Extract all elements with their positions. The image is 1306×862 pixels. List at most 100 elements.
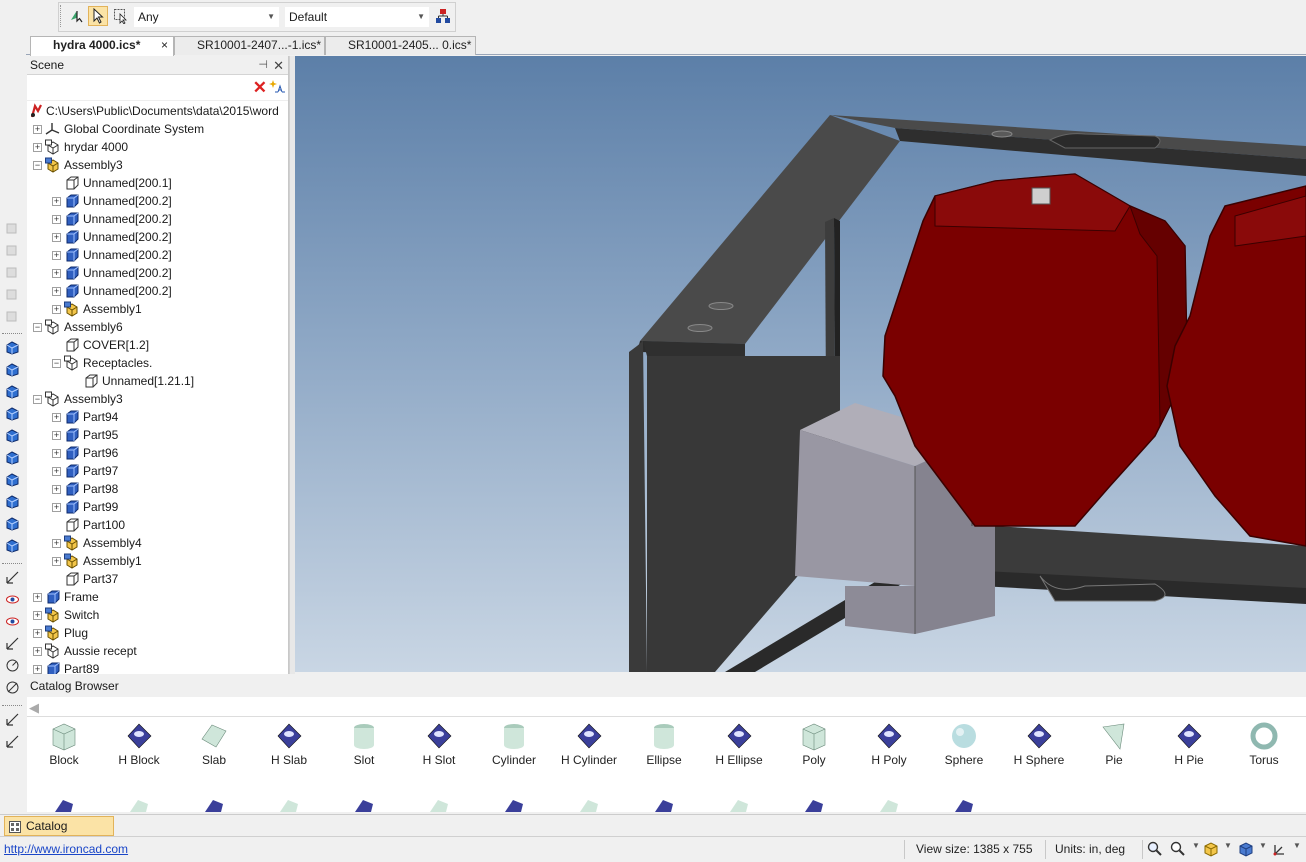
expand-icon[interactable]: + — [33, 629, 42, 638]
tree-node[interactable]: + Aussie recept — [27, 642, 289, 660]
expand-icon[interactable]: + — [52, 197, 61, 206]
catalog-item-partial[interactable] — [724, 796, 754, 812]
tree-node[interactable]: + Assembly1 — [27, 300, 289, 318]
tree-node[interactable]: + Frame — [27, 588, 289, 606]
expand-icon[interactable]: + — [33, 647, 42, 656]
catalog-item-h-slot[interactable]: H Slot — [404, 721, 474, 773]
tab-sr10001-2405[interactable]: SR10001-2405... 0.ics* — [325, 36, 476, 55]
tree-node[interactable]: + Assembly1 — [27, 552, 289, 570]
expand-icon[interactable]: + — [33, 125, 42, 134]
catalog-item-partial[interactable] — [574, 796, 604, 812]
catalog-item-partial[interactable] — [949, 796, 979, 812]
tree-node[interactable]: + Unnamed[200.2] — [27, 228, 289, 246]
pin-icon[interactable]: ⊣ — [258, 56, 268, 75]
catalog-item-h-ellipse[interactable]: H Ellipse — [704, 721, 774, 773]
tree-node[interactable]: + Unnamed[200.2] — [27, 246, 289, 264]
catalog-item-partial[interactable] — [199, 796, 229, 812]
tree-node[interactable]: + Part95 — [27, 426, 289, 444]
catalog-item-partial[interactable] — [49, 796, 79, 812]
tree-node[interactable]: + Part94 — [27, 408, 289, 426]
catalog-item-partial[interactable] — [274, 796, 304, 812]
tree-node[interactable]: − Assembly6 — [27, 318, 289, 336]
tree-node[interactable]: COVER[1.2] — [27, 336, 289, 354]
tree-node[interactable]: Part100 — [27, 516, 289, 534]
chevron-down-icon[interactable]: ▼ — [1293, 841, 1306, 857]
expand-icon[interactable]: + — [52, 287, 61, 296]
eye-tool-icon[interactable] — [5, 614, 20, 629]
tree-node[interactable]: + Unnamed[200.2] — [27, 210, 289, 228]
delete-icon[interactable]: ✕ — [253, 78, 267, 97]
catalog-item-partial[interactable] — [124, 796, 154, 812]
select-pointer-icon[interactable] — [88, 6, 108, 26]
catalog-item-h-sphere[interactable]: H Sphere — [1004, 721, 1074, 773]
tree-node[interactable]: − Assembly3 — [27, 156, 289, 174]
ruler-tool-icon[interactable] — [5, 734, 20, 749]
cube-tool-icon[interactable] — [5, 450, 20, 465]
catalog-item-h-pie[interactable]: H Pie — [1154, 721, 1224, 773]
select-box-icon[interactable] — [111, 6, 131, 26]
expand-icon[interactable]: + — [52, 233, 61, 242]
back-arrow-icon[interactable]: ◀ — [29, 700, 39, 716]
tree-node[interactable]: + hrydar 4000 — [27, 138, 289, 156]
catalog-item-torus[interactable]: Torus — [1229, 721, 1299, 773]
expand-icon[interactable]: + — [52, 449, 61, 458]
collapse-icon[interactable]: − — [52, 359, 61, 368]
measure-tool-icon[interactable] — [5, 570, 20, 585]
catalog-item-partial[interactable] — [874, 796, 904, 812]
cube-tool-icon[interactable] — [5, 428, 20, 443]
tree-node[interactable]: + Part96 — [27, 444, 289, 462]
tree-node[interactable]: Unnamed[1.21.1] — [27, 372, 289, 390]
expand-icon[interactable]: + — [52, 485, 61, 494]
zoom-fit-icon[interactable] — [1147, 841, 1163, 857]
fade-tool-icon[interactable] — [5, 242, 20, 257]
catalog-item-slot[interactable]: Slot — [329, 721, 399, 773]
dim-tool-icon[interactable] — [5, 712, 20, 727]
tree-node[interactable]: + Part99 — [27, 498, 289, 516]
fade-tool-icon[interactable] — [5, 308, 20, 323]
tree-node[interactable]: Part37 — [27, 570, 289, 588]
zoom-icon[interactable] — [1170, 841, 1186, 857]
collapse-icon[interactable]: − — [33, 323, 42, 332]
expand-icon[interactable]: + — [52, 305, 61, 314]
angle-tool-icon[interactable] — [5, 636, 20, 651]
tree-node[interactable]: + Unnamed[200.2] — [27, 264, 289, 282]
expand-icon[interactable]: + — [52, 503, 61, 512]
expand-icon[interactable]: + — [52, 467, 61, 476]
fade-tool-icon[interactable] — [5, 264, 20, 279]
catalog-item-partial[interactable] — [424, 796, 454, 812]
cube-tool-icon[interactable] — [5, 494, 20, 509]
tree-node[interactable]: + Global Coordinate System — [27, 120, 289, 138]
catalog-item-slab[interactable]: Slab — [179, 721, 249, 773]
tree-node[interactable]: − Receptacles. — [27, 354, 289, 372]
close-icon[interactable]: ✕ — [273, 56, 284, 75]
expand-icon[interactable]: + — [52, 539, 61, 548]
catalog-item-partial[interactable] — [799, 796, 829, 812]
tree-node[interactable]: + Part97 — [27, 462, 289, 480]
catalog-item-partial[interactable] — [649, 796, 679, 812]
tab-sr10001-2407[interactable]: SR10001-2407...-1.ics* — [174, 36, 325, 55]
cube-tool-icon[interactable] — [5, 340, 20, 355]
website-link[interactable]: http://www.ironcad.com — [4, 842, 128, 856]
filter-dropdown[interactable]: Any ▼ — [133, 6, 280, 28]
tree-node[interactable]: + Unnamed[200.2] — [27, 282, 289, 300]
tree-node[interactable]: + Part89 — [27, 660, 289, 674]
cube-tool-icon[interactable] — [5, 472, 20, 487]
orient-icon[interactable] — [1272, 841, 1288, 857]
tree-node[interactable]: + Unnamed[200.2] — [27, 192, 289, 210]
expand-icon[interactable]: + — [33, 611, 42, 620]
expand-icon[interactable]: + — [52, 251, 61, 260]
cube-tool-icon[interactable] — [5, 362, 20, 377]
toolbar-grip[interactable] — [60, 5, 63, 27]
tree-node[interactable]: + Assembly4 — [27, 534, 289, 552]
add-sparkle-icon[interactable] — [269, 78, 285, 94]
catalog-item-sphere[interactable]: Sphere — [929, 721, 999, 773]
circle-tool-icon[interactable] — [5, 658, 20, 673]
tree-node[interactable]: + Switch — [27, 606, 289, 624]
expand-icon[interactable]: + — [52, 269, 61, 278]
catalog-item-pie[interactable]: Pie — [1079, 721, 1149, 773]
tab-catalog-browser[interactable]: Catalog Browser — [4, 816, 114, 851]
catalog-item-block[interactable]: Block — [29, 721, 99, 773]
fade-tool-icon[interactable] — [5, 220, 20, 235]
hierarchy-icon[interactable] — [433, 6, 453, 26]
tree-node[interactable]: Unnamed[200.1] — [27, 174, 289, 192]
